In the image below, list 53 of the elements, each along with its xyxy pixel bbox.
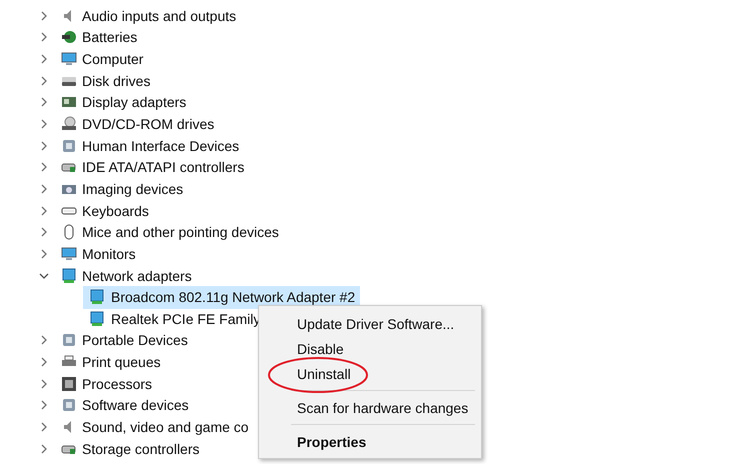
- tree-item[interactable]: Monitors: [82, 246, 136, 262]
- tree-item[interactable]: Disk drives: [82, 72, 150, 89]
- tree-item[interactable]: Software devices: [82, 397, 189, 414]
- chevron-right-icon[interactable]: [39, 335, 49, 346]
- tree-item[interactable]: Human Interface Devices: [82, 138, 240, 154]
- tree-item[interactable]: Audio inputs and outputs: [82, 8, 236, 24]
- network-icon: [89, 289, 105, 306]
- tree-item[interactable]: Batteries: [82, 29, 138, 46]
- monitor-icon: [61, 246, 77, 262]
- chevron-right-icon[interactable]: [39, 140, 49, 151]
- chevron-right-icon[interactable]: [39, 32, 49, 42]
- tree-item[interactable]: Computer: [82, 51, 144, 68]
- chip-icon: [61, 376, 77, 392]
- chevron-right-icon[interactable]: [39, 444, 49, 454]
- menu-item[interactable]: Update Driver Software...: [297, 316, 454, 332]
- tree-item[interactable]: Portable Devices: [82, 332, 188, 348]
- tree-item[interactable]: Print queues: [82, 354, 161, 370]
- tree-item[interactable]: DVD/CD-ROM drives: [82, 116, 214, 132]
- chevron-right-icon[interactable]: [39, 400, 49, 410]
- disc-drive-icon: [61, 116, 77, 132]
- menu-item[interactable]: Properties: [297, 434, 366, 450]
- tree-item[interactable]: Display adapters: [82, 94, 186, 110]
- tree-item[interactable]: Sound, video and game co: [82, 418, 249, 435]
- chevron-right-icon[interactable]: [39, 54, 49, 64]
- chevron-right-icon[interactable]: [39, 206, 49, 216]
- chevron-down-icon[interactable]: [39, 270, 49, 280]
- chevron-right-icon[interactable]: [39, 357, 49, 368]
- chevron-right-icon[interactable]: [39, 422, 49, 432]
- device-icon: [61, 138, 77, 154]
- tree-item[interactable]: IDE ATA/ATAPI controllers: [82, 159, 244, 176]
- chevron-right-icon[interactable]: [39, 162, 49, 172]
- menu-item[interactable]: Disable: [297, 340, 344, 356]
- chevron-right-icon[interactable]: [39, 10, 49, 21]
- chevron-right-icon[interactable]: [39, 76, 49, 86]
- tree-item[interactable]: Processors: [82, 376, 152, 392]
- tree-item[interactable]: Keyboards: [82, 202, 149, 219]
- menu-item[interactable]: Scan for hardware changes: [297, 400, 468, 416]
- device-icon: [61, 332, 77, 348]
- network-icon: [61, 268, 77, 284]
- chevron-right-icon[interactable]: [39, 119, 49, 130]
- tree-item[interactable]: Imaging devices: [82, 180, 184, 197]
- tree-item[interactable]: Broadcom 802.11g Network Adapter #2: [83, 286, 360, 309]
- chevron-right-icon[interactable]: [39, 248, 49, 259]
- tree-item[interactable]: Network adapters: [82, 268, 192, 284]
- tree-item[interactable]: Mice and other pointing devices: [82, 224, 279, 240]
- chevron-right-icon[interactable]: [39, 184, 49, 194]
- device-icon: [61, 397, 77, 414]
- chevron-right-icon[interactable]: [39, 97, 49, 108]
- chevron-right-icon[interactable]: [39, 227, 49, 238]
- tree-item[interactable]: Storage controllers: [82, 440, 200, 457]
- network-icon: [89, 310, 105, 327]
- monitor-icon: [61, 51, 77, 68]
- chevron-right-icon[interactable]: [39, 378, 49, 389]
